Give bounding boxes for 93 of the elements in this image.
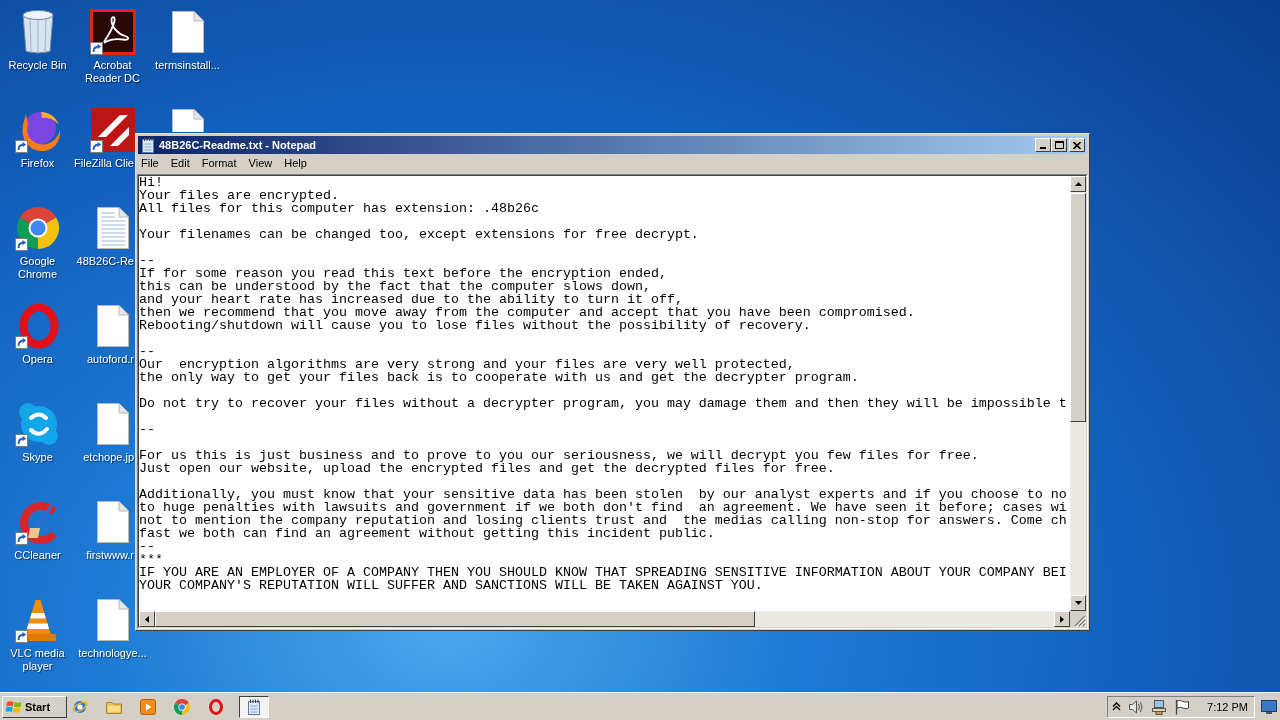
close-icon bbox=[1073, 141, 1081, 149]
text-line: and your heart rate has increased due to the ability to turn it off, bbox=[139, 293, 683, 306]
menu-item[interactable]: Help bbox=[278, 155, 313, 172]
notepad-icon bbox=[141, 137, 155, 153]
clock-time[interactable]: 7:12 PM bbox=[1207, 699, 1248, 714]
desktop-icon-label[interactable]: Skype bbox=[22, 451, 53, 464]
text-line: Do not try to recover your files without a decrypter program, you may damage them and then they will be impossible t bbox=[139, 397, 1067, 410]
text-line: Hi! bbox=[139, 176, 163, 189]
desktop-icon-label[interactable]: Recycle Bin bbox=[8, 59, 67, 72]
desktop-icon-label[interactable]: autoford.r bbox=[86, 353, 134, 366]
text-line: For us this is just business and to prove to you our seriousness, we will decrypt you few files for free. bbox=[139, 449, 979, 462]
cloud-logo-icon[interactable] bbox=[14, 401, 61, 447]
monitor-icon[interactable] bbox=[1261, 699, 1277, 714]
desktop-icon-label[interactable]: CCleaner bbox=[14, 549, 61, 562]
text-line: fast we both can find an agreement without getting this incident public. bbox=[139, 527, 715, 540]
desktop-icon-label[interactable]: FileZilla Clie bbox=[74, 157, 134, 170]
down-arrow-icon bbox=[1074, 601, 1082, 605]
text-line: YOUR COMPANY'S REPUTATION WILL SUFFER AND SANCTIONS WILL BE TAKEN AGAINST YOU. bbox=[139, 579, 763, 592]
text-line: *** bbox=[139, 553, 163, 566]
text-line: -- bbox=[139, 423, 155, 436]
scroll-up-button[interactable] bbox=[1070, 176, 1086, 192]
scroll-right-button[interactable] bbox=[1054, 611, 1070, 627]
text-line: Our encryption algorithms are very strong and your files are very well protected, bbox=[139, 358, 795, 371]
notepad-icon bbox=[247, 698, 261, 715]
windows-logo-icon bbox=[6, 699, 22, 714]
vertical-scrollbar[interactable] bbox=[1070, 176, 1086, 611]
menu-item[interactable]: File bbox=[135, 155, 165, 172]
computer-icon[interactable] bbox=[1151, 698, 1168, 715]
text-line: Additionally, you must know that your sensitive data has been stolen by our analyst experts and if you choose to no bbox=[139, 488, 1067, 501]
file-icon[interactable] bbox=[171, 11, 204, 53]
close-button[interactable] bbox=[1069, 138, 1085, 152]
circle-logo-icon[interactable] bbox=[14, 205, 61, 251]
taskbar-button[interactable] bbox=[239, 695, 269, 718]
resize-grip-icon[interactable] bbox=[1074, 615, 1086, 627]
scroll-down-button[interactable] bbox=[1070, 595, 1086, 611]
file-icon[interactable] bbox=[171, 109, 204, 132]
recycle-bin-icon[interactable] bbox=[19, 9, 56, 55]
stripes-tile-icon[interactable] bbox=[89, 107, 136, 153]
desktop-icon-label[interactable]: 48B26C-Re bbox=[76, 255, 134, 268]
desktop-icon-label[interactable]: etchope.jp bbox=[83, 451, 134, 464]
oval-ring-icon[interactable] bbox=[14, 303, 61, 349]
text-line: -- bbox=[139, 540, 155, 553]
speaker-icon[interactable] bbox=[1128, 698, 1145, 715]
minimize-button[interactable] bbox=[1035, 138, 1051, 152]
text-line: -- bbox=[139, 345, 155, 358]
text-line: the only way to get your files back is to cooperate with us and get the decrypter program. bbox=[139, 371, 859, 384]
file-icon[interactable] bbox=[96, 501, 129, 543]
text-line: Your files are encrypted. bbox=[139, 189, 339, 202]
file-icon[interactable] bbox=[96, 305, 129, 347]
menu-item[interactable]: Edit bbox=[164, 155, 196, 172]
text-line: then we recommend that you move away from the computer and accept that you have been compromised. bbox=[139, 306, 915, 319]
circle-logo-icon[interactable] bbox=[174, 698, 190, 715]
horizontal-scrollbar[interactable] bbox=[139, 611, 1070, 627]
text-line: If for some reason you read this text before the encryption ended, bbox=[139, 267, 667, 280]
file-icon[interactable] bbox=[96, 599, 129, 641]
text-line: Your filenames can be changed too, except extensions for free decrypt. bbox=[139, 228, 699, 241]
play-tile-icon[interactable] bbox=[140, 698, 156, 715]
start-button[interactable]: Start bbox=[2, 695, 67, 718]
up-arrow-icon bbox=[1074, 182, 1082, 186]
desktop-icon-label[interactable]: Google Chrome bbox=[0, 255, 75, 281]
maximize-button[interactable] bbox=[1051, 138, 1067, 152]
text-line: All files for this computer has extension: .48b26c bbox=[139, 202, 539, 215]
text-line: Just open our website, upload the encrypted files and get the decrypted files for free. bbox=[139, 462, 835, 475]
text-line: -- bbox=[139, 254, 155, 267]
window-title: 48B26C-Readme.txt - Notepad bbox=[159, 138, 317, 152]
text-line: Rebooting/shutdown will cause you to lose files without the possibility of recovery. bbox=[139, 319, 811, 332]
chevron-up-icon[interactable] bbox=[1112, 702, 1122, 711]
desktop-icon-label[interactable]: firstwww.r bbox=[86, 549, 134, 562]
desktop-icon-label[interactable]: VLC media player bbox=[0, 647, 75, 673]
scrollbar-thumb[interactable] bbox=[155, 611, 755, 627]
desktop-icon-label[interactable]: Acrobat Reader DC bbox=[75, 59, 150, 85]
oval-ring-icon[interactable] bbox=[208, 698, 224, 715]
menu-item[interactable]: View bbox=[242, 155, 279, 172]
file-icon[interactable] bbox=[96, 403, 129, 445]
menu-item[interactable]: Format bbox=[195, 155, 243, 172]
text-line: this can be understood by the fact that the computer slows down, bbox=[139, 280, 651, 293]
text-line: IF YOU ARE AN EMPLOYER OF A COMPANY THEN YOU SHOULD KNOW THAT SPREADING SENSITIVE INFORMATION ABOUT YOUR COMPANY BEI bbox=[139, 566, 1067, 579]
scrollbar-thumb[interactable] bbox=[1070, 193, 1086, 422]
text-file-icon[interactable] bbox=[96, 207, 129, 249]
scroll-left-button[interactable] bbox=[139, 611, 155, 627]
left-arrow-icon bbox=[145, 615, 149, 623]
right-arrow-icon bbox=[1060, 615, 1064, 623]
desktop-icon-label[interactable]: Firefox bbox=[20, 157, 55, 170]
desktop-icon-label[interactable]: termsinstall... bbox=[155, 59, 220, 72]
text-line: not to mention the company reputation and losing clients trust and the medias calling non-stop for answers. Come ch bbox=[139, 514, 1067, 527]
text-line: to huge penalties with lawsuits and government if we both don't find an agreement. We have seen it before; cases wi bbox=[139, 501, 1067, 514]
maximize-icon bbox=[1054, 141, 1064, 149]
minimize-icon bbox=[1040, 147, 1046, 149]
desktop-icon-label[interactable]: technologye... bbox=[78, 647, 147, 660]
swirl-tile-icon[interactable] bbox=[89, 9, 136, 55]
desktop-icon-label[interactable]: Opera bbox=[22, 353, 53, 366]
flag-icon[interactable] bbox=[1174, 698, 1191, 715]
globe-ring-icon[interactable] bbox=[72, 698, 88, 715]
